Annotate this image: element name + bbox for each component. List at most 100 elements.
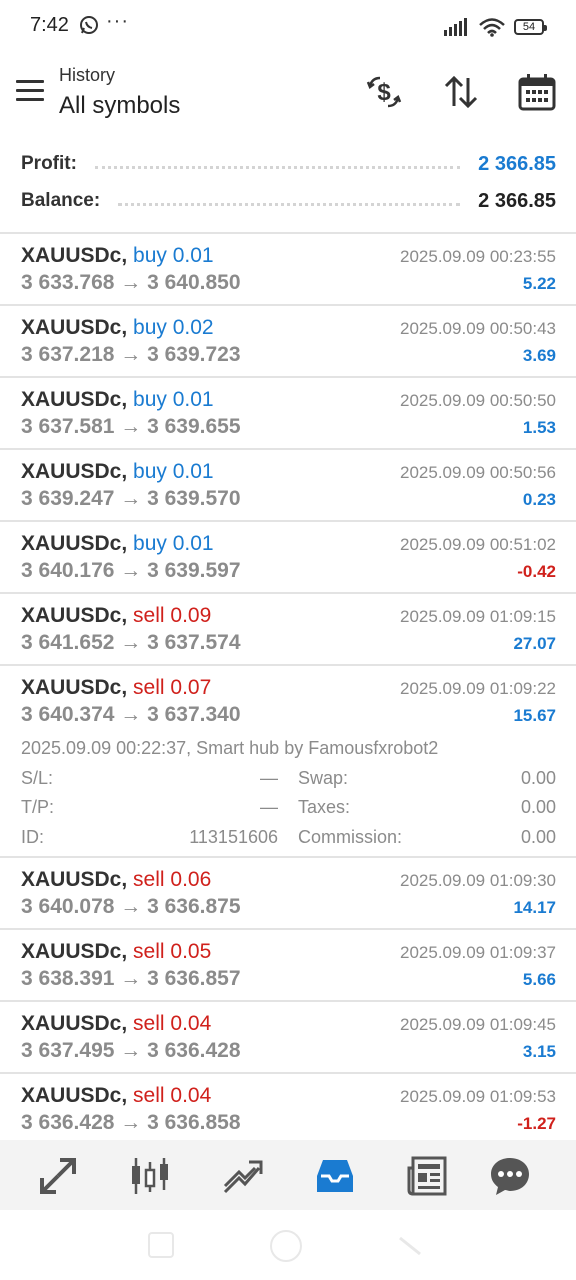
sort-icon[interactable] (441, 72, 481, 112)
trade-row[interactable]: XAUUSDc, buy 0.01 3 637.581 → 3 639.655 20… (0, 378, 576, 450)
sl-value: — (260, 768, 278, 788)
trade-symbol-line: XAUUSDc, sell 0.04 (21, 1084, 211, 1108)
back-button[interactable] (398, 1234, 422, 1261)
trade-symbol-line: XAUUSDc, sell 0.06 (21, 868, 211, 892)
trade-time: 2025.09.09 01:09:53 (400, 1087, 556, 1106)
trade-prices: 3 640.176 → 3 639.597 (21, 559, 241, 582)
header-subtitle: History (59, 65, 116, 85)
details-row-id: ID: 113151606 Commission: 0.00 (21, 827, 556, 851)
trade-side: sell 0.09 (133, 604, 212, 627)
id-value: 113151606 (189, 827, 278, 847)
menu-icon[interactable] (16, 80, 44, 104)
system-nav (0, 1210, 576, 1280)
tp-label: T/P: (21, 797, 55, 817)
profit-row: Profit: 2 366.85 (21, 149, 556, 179)
trade-row[interactable]: XAUUSDc, buy 0.01 3 633.768 → 3 640.850 20… (0, 234, 576, 306)
status-time: 7:42 (30, 14, 69, 36)
trade-symbol: XAUUSDc, (21, 532, 128, 555)
swap-label: Swap: (298, 768, 349, 788)
messages-icon[interactable] (488, 1154, 532, 1198)
trade-time: 2025.09.09 01:09:45 (400, 1015, 556, 1034)
trade-time: 2025.09.09 01:09:15 (400, 607, 556, 626)
trade-side: sell 0.05 (133, 940, 212, 963)
balance-row: Balance: 2 366.85 (21, 186, 556, 216)
trade-symbol-line: XAUUSDc, buy 0.01 (21, 388, 214, 412)
trade-time: 2025.09.09 01:09:22 (400, 679, 556, 698)
app-header: History All symbols $ (0, 52, 576, 132)
trade-comment: 2025.09.09 00:22:37, Smart hub by Famous… (21, 738, 439, 758)
chart-icon[interactable] (128, 1154, 172, 1198)
calendar-icon[interactable] (517, 72, 557, 112)
status-bar: 7:42 ··· 54 (0, 0, 576, 52)
trade-side: buy 0.01 (133, 244, 214, 267)
trade-symbol-line: XAUUSDc, sell 0.05 (21, 940, 211, 964)
trade-time: 2025.09.09 00:50:43 (400, 319, 556, 338)
trade-row[interactable]: XAUUSDc, buy 0.02 3 637.218 → 3 639.723 20… (0, 306, 576, 378)
trade-symbol: XAUUSDc, (21, 1084, 128, 1107)
trade-prices: 3 640.078 → 3 636.875 (21, 895, 241, 918)
trade-prices: 3 641.652 → 3 637.574 (21, 631, 241, 654)
news-icon[interactable] (405, 1154, 449, 1198)
trade-profit: 14.17 (513, 898, 556, 917)
trade-prices: 3 639.247 → 3 639.570 (21, 487, 241, 510)
trade-prices: 3 633.768 → 3 640.850 (21, 271, 241, 294)
profit-value: 2 366.85 (478, 152, 556, 175)
trade-row[interactable]: XAUUSDc, sell 0.06 3 640.078 → 3 636.875 2… (0, 858, 576, 930)
trade-row[interactable]: XAUUSDc, buy 0.01 3 640.176 → 3 639.597 20… (0, 522, 576, 594)
trade-prices: 3 637.218 → 3 639.723 (21, 343, 241, 366)
battery-level: 54 (522, 21, 536, 33)
whatsapp-icon (79, 15, 99, 40)
trade-profit: -0.42 (517, 562, 556, 581)
trade-symbol: XAUUSDc, (21, 388, 128, 411)
trade-prices: 3 640.374 → 3 637.340 (21, 703, 241, 726)
trade-symbol: XAUUSDc, (21, 244, 128, 267)
sl-label: S/L: (21, 768, 54, 788)
trade-side: buy 0.01 (133, 388, 214, 411)
quotes-icon[interactable] (36, 1154, 80, 1198)
trade-row[interactable]: XAUUSDc, sell 0.05 3 638.391 → 3 636.857 2… (0, 930, 576, 1002)
trade-profit: 0.23 (522, 490, 556, 509)
history-icon[interactable] (313, 1154, 357, 1198)
battery-icon: 54 (514, 19, 547, 35)
trade-profit: 3.69 (522, 346, 556, 365)
trade-side: sell 0.04 (133, 1012, 212, 1035)
trade-symbol: XAUUSDc, (21, 604, 128, 627)
trade-profit: 3.15 (522, 1042, 556, 1061)
home-button[interactable] (270, 1230, 302, 1262)
trade-symbol: XAUUSDc, (21, 460, 128, 483)
more-notifications-icon: ··· (106, 10, 129, 32)
trade-time: 2025.09.09 00:51:02 (400, 535, 556, 554)
trade-profit: 1.53 (522, 418, 556, 437)
trade-profit: 5.66 (522, 970, 556, 989)
trade-prices: 3 637.495 → 3 636.428 (21, 1039, 241, 1062)
currency-exchange-icon[interactable]: $ (364, 72, 404, 112)
trade-row[interactable]: XAUUSDc, sell 0.09 3 641.652 → 3 637.574 2… (0, 594, 576, 666)
dotted-leader (94, 165, 461, 169)
tp-value: — (260, 797, 278, 817)
trade-time: 2025.09.09 00:50:50 (400, 391, 556, 410)
svg-text:$: $ (377, 79, 391, 106)
trade-time: 2025.09.09 01:09:30 (400, 871, 556, 890)
trade-profit: 27.07 (513, 634, 556, 653)
trade-prices: 3 636.428 → 3 636.858 (21, 1111, 241, 1134)
dotted-leader (118, 202, 461, 206)
recent-apps-button[interactable] (148, 1232, 174, 1258)
trade-side: sell 0.06 (133, 868, 212, 891)
taxes-label: Taxes: (298, 797, 351, 817)
trade-side: sell 0.07 (133, 676, 212, 699)
trade-row[interactable]: XAUUSDc, sell 0.04 3 637.495 → 3 636.428 2… (0, 1002, 576, 1074)
trade-time: 2025.09.09 01:09:37 (400, 943, 556, 962)
page-title[interactable]: All symbols (59, 92, 180, 120)
trade-symbol: XAUUSDc, (21, 868, 128, 891)
trade-prices: 3 637.581 → 3 639.655 (21, 415, 241, 438)
trade-icon[interactable] (221, 1154, 265, 1198)
trade-symbol-line: XAUUSDc, buy 0.02 (21, 316, 214, 340)
bottom-nav (0, 1140, 576, 1210)
trade-symbol: XAUUSDc, (21, 316, 128, 339)
swap-value: 0.00 (520, 768, 556, 788)
taxes-value: 0.00 (520, 797, 556, 817)
trade-symbol-line: XAUUSDc, sell 0.04 (21, 1012, 211, 1036)
trade-row[interactable]: XAUUSDc, sell 0.04 3 636.428 → 3 636.858 2… (0, 1074, 576, 1140)
commission-value: 0.00 (520, 827, 556, 847)
trade-row[interactable]: XAUUSDc, buy 0.01 3 639.247 → 3 639.570 20… (0, 450, 576, 522)
